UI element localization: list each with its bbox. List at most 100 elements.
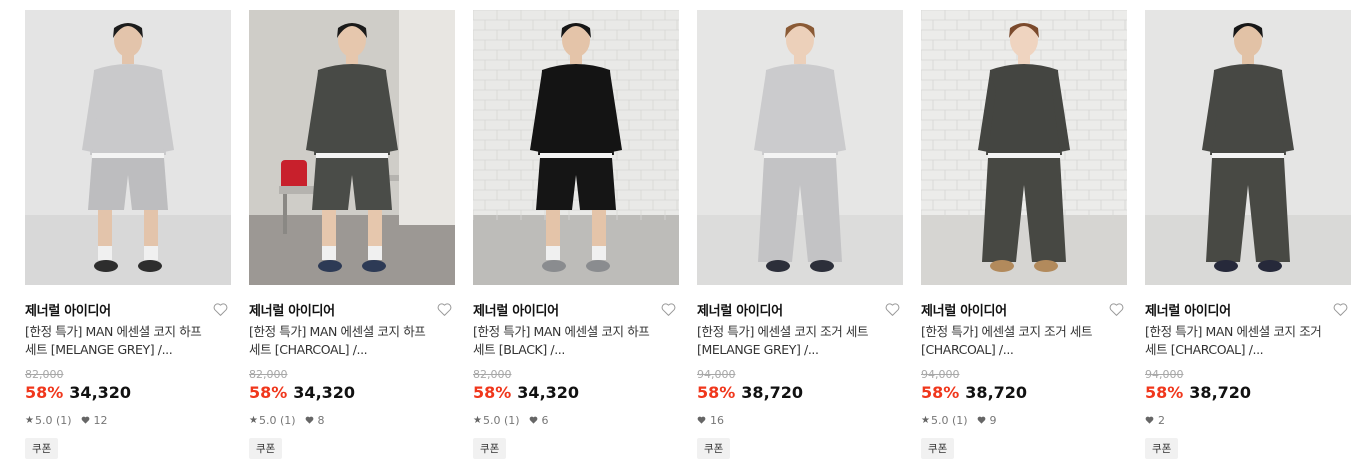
rating-text: 5.0 (1) (930, 413, 968, 427)
like-heart-icon (697, 416, 706, 424)
brand-name[interactable]: 제너럴 아이디어 (921, 300, 1007, 319)
original-price: 82,000 (473, 368, 512, 381)
product-title-line: 세트 [CHARCOAL] /... (249, 342, 368, 357)
product-image[interactable] (697, 10, 903, 285)
coupon-badge: 쿠폰 (249, 438, 283, 459)
price-row: 58% 34,320 (25, 382, 231, 402)
product-photo (473, 10, 679, 285)
product-title-line: [한정 특가] MAN 에센셜 코지 하프 (249, 324, 426, 339)
wishlist-heart-icon[interactable] (211, 301, 229, 317)
product-photo (697, 10, 903, 285)
coupon-badge: 쿠폰 (473, 438, 507, 459)
like-count: 16 (710, 413, 724, 427)
product-title-line: [한정 특가] MAN 에센셜 코지 하프 (473, 324, 650, 339)
brand-name[interactable]: 제너럴 아이디어 (249, 300, 335, 319)
product-image[interactable] (921, 10, 1127, 285)
sale-price: 34,320 (69, 382, 132, 402)
rating-text: 5.0 (1) (258, 413, 296, 427)
like-count: 9 (989, 413, 997, 427)
wishlist-heart-icon[interactable] (435, 301, 453, 317)
discount-rate: 58% (473, 382, 512, 402)
product-photo (921, 10, 1127, 285)
product-title[interactable]: [한정 특가] MAN 에센셜 코지 하프 세트 [CHARCOAL] /... (249, 323, 455, 359)
like-heart-icon (977, 416, 985, 424)
price-row: 58% 38,720 (921, 382, 1127, 402)
product-title[interactable]: [한정 특가] MAN 에센셜 코지 하프 세트 [BLACK] /... (473, 323, 679, 359)
product-card[interactable]: 제너럴 아이디어 [한정 특가] MAN 에센셜 코지 조거 세트 [CHARC… (1145, 10, 1351, 459)
rating-text: 5.0 (1) (34, 413, 72, 427)
brand-row: 제너럴 아이디어 (25, 300, 231, 319)
brand-row: 제너럴 아이디어 (1145, 300, 1351, 319)
wishlist-heart-icon[interactable] (1107, 301, 1125, 317)
like-heart-icon (529, 416, 537, 424)
price-row: 58% 38,720 (697, 382, 903, 402)
star-icon: ★ (25, 414, 34, 426)
price-row: 58% 34,320 (473, 382, 679, 402)
like-count: 6 (541, 413, 549, 427)
original-price: 94,000 (697, 368, 736, 381)
original-price: 94,000 (1145, 368, 1184, 381)
star-icon: ★ (921, 414, 930, 426)
original-price: 82,000 (25, 368, 64, 381)
wishlist-heart-icon[interactable] (659, 301, 677, 317)
product-photo (25, 10, 231, 285)
discount-rate: 58% (1145, 382, 1184, 402)
product-title-line: [한정 특가] 에센셜 코지 조거 세트 (697, 324, 869, 339)
product-photo (249, 10, 455, 285)
brand-name[interactable]: 제너럴 아이디어 (1145, 300, 1231, 319)
price-row: 58% 34,320 (249, 382, 455, 402)
like-heart-icon (81, 416, 89, 424)
product-card[interactable]: 제너럴 아이디어 [한정 특가] 에센셜 코지 조거 세트 [MELANGE G… (697, 10, 903, 459)
brand-row: 제너럴 아이디어 (697, 300, 903, 319)
coupon-badge: 쿠폰 (921, 438, 955, 459)
brand-name[interactable]: 제너럴 아이디어 (697, 300, 783, 319)
like-heart-icon (305, 416, 313, 424)
brand-name[interactable]: 제너럴 아이디어 (25, 300, 111, 319)
product-title-line: 세트 [BLACK] /... (473, 342, 565, 357)
product-title[interactable]: [한정 특가] MAN 에센셜 코지 하프 세트 [MELANGE GREY] … (25, 323, 231, 359)
sale-price: 34,320 (293, 382, 356, 402)
brand-name[interactable]: 제너럴 아이디어 (473, 300, 559, 319)
star-icon: ★ (473, 414, 482, 426)
product-image[interactable] (249, 10, 455, 285)
product-card[interactable]: 제너럴 아이디어 [한정 특가] 에센셜 코지 조거 세트 [CHARCOAL]… (921, 10, 1127, 459)
product-image[interactable] (1145, 10, 1351, 285)
product-title[interactable]: [한정 특가] MAN 에센셜 코지 조거 세트 [CHARCOAL] /... (1145, 323, 1351, 359)
review-meta: ★ 5.0 (1) 9 (921, 413, 1127, 427)
wishlist-heart-icon[interactable] (883, 301, 901, 317)
wishlist-heart-icon[interactable] (1331, 301, 1349, 317)
coupon-badge: 쿠폰 (1145, 438, 1179, 459)
review-meta: ★ 5.0 (1) 6 (473, 413, 679, 427)
product-title-line: [한정 특가] 에센셜 코지 조거 세트 (921, 324, 1093, 339)
product-title-line: 세트 [CHARCOAL] /... (1145, 342, 1264, 357)
like-count: 2 (1158, 413, 1165, 427)
sale-price: 38,720 (965, 382, 1028, 402)
like-count: 8 (317, 413, 325, 427)
product-title-line: 세트 [MELANGE GREY] /... (25, 342, 173, 357)
product-card[interactable]: 제너럴 아이디어 [한정 특가] MAN 에센셜 코지 하프 세트 [MELAN… (25, 10, 231, 459)
product-title-line: [CHARCOAL] /... (921, 342, 1014, 357)
product-title-line: [한정 특가] MAN 에센셜 코지 조거 (1145, 324, 1322, 339)
discount-rate: 58% (921, 382, 960, 402)
product-card[interactable]: 제너럴 아이디어 [한정 특가] MAN 에센셜 코지 하프 세트 [CHARC… (249, 10, 455, 459)
discount-rate: 58% (249, 382, 288, 402)
product-title-line: [한정 특가] MAN 에센셜 코지 하프 (25, 324, 202, 339)
product-image[interactable] (473, 10, 679, 285)
price-row: 58% 38,720 (1145, 382, 1351, 402)
rating-text: 5.0 (1) (482, 413, 520, 427)
brand-row: 제너럴 아이디어 (249, 300, 455, 319)
product-title[interactable]: [한정 특가] 에센셜 코지 조거 세트 [MELANGE GREY] /... (697, 323, 903, 359)
product-photo (1145, 10, 1351, 285)
review-meta: ★ 5.0 (1) 12 (25, 413, 231, 427)
review-meta: 16 (697, 413, 903, 427)
discount-rate: 58% (697, 382, 736, 402)
brand-row: 제너럴 아이디어 (921, 300, 1127, 319)
product-title-line: [MELANGE GREY] /... (697, 342, 819, 357)
product-title[interactable]: [한정 특가] 에센셜 코지 조거 세트 [CHARCOAL] /... (921, 323, 1127, 359)
product-image[interactable] (25, 10, 231, 285)
sale-price: 38,720 (1189, 382, 1252, 402)
review-meta: 2 (1145, 413, 1351, 427)
star-icon: ★ (249, 414, 258, 426)
product-card[interactable]: 제너럴 아이디어 [한정 특가] MAN 에센셜 코지 하프 세트 [BLACK… (473, 10, 679, 459)
sale-price: 34,320 (517, 382, 580, 402)
